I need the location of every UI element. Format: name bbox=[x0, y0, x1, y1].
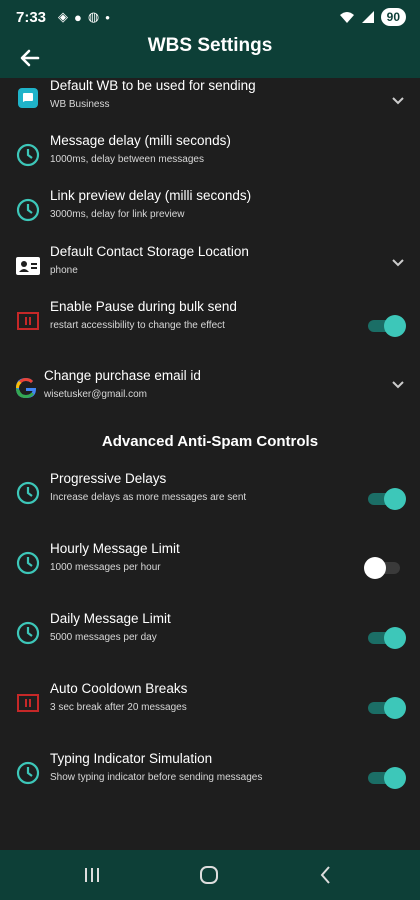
hourly-limit-toggle[interactable] bbox=[364, 557, 402, 579]
home-icon[interactable] bbox=[197, 864, 221, 886]
setting-subtitle: 5000 messages per day bbox=[50, 632, 157, 643]
pause-icon bbox=[17, 312, 39, 330]
settings-list: Default WB to be used for sending WB Bus… bbox=[0, 70, 420, 850]
recent-apps-icon[interactable] bbox=[80, 864, 104, 886]
clock-icon bbox=[16, 761, 40, 785]
status-bar: 7:33 ◈ ● ◍ • 90 bbox=[0, 0, 420, 34]
setting-subtitle: WB Business bbox=[50, 99, 110, 110]
setting-subtitle: 3 sec break after 20 messages bbox=[50, 702, 187, 713]
diamond-icon: ◈ bbox=[58, 9, 68, 24]
chat-icon: ● bbox=[74, 9, 82, 25]
progressive-delays-toggle[interactable] bbox=[366, 488, 406, 510]
clock-icon bbox=[16, 143, 40, 167]
chevron-down-icon bbox=[392, 259, 404, 267]
setting-link-preview-delay[interactable]: Link preview delay (milli seconds) 3000m… bbox=[0, 188, 420, 228]
setting-enable-pause: Enable Pause during bulk send restart ac… bbox=[0, 299, 420, 345]
back-nav-icon[interactable] bbox=[314, 864, 338, 886]
daily-limit-toggle[interactable] bbox=[366, 627, 406, 649]
setting-cooldown-breaks[interactable]: Auto Cooldown Breaks 3 sec break after 2… bbox=[0, 681, 420, 727]
section-header-anti-spam: Advanced Anti-Spam Controls bbox=[101, 433, 319, 450]
clock-icon bbox=[16, 198, 40, 222]
pause-icon bbox=[17, 694, 39, 712]
signal-icon bbox=[361, 11, 374, 23]
setting-subtitle: restart accessibility to change the effe… bbox=[50, 320, 225, 331]
setting-subtitle: phone bbox=[50, 265, 78, 276]
toggle-knob bbox=[384, 488, 406, 510]
whatsapp-icon: ◍ bbox=[87, 9, 100, 24]
setting-title: Link preview delay (milli seconds) bbox=[50, 188, 252, 203]
setting-subtitle: 1000 messages per hour bbox=[50, 562, 161, 573]
setting-daily-limit[interactable]: Daily Message Limit 5000 messages per da… bbox=[0, 611, 420, 657]
setting-subtitle: Increase delays as more messages are sen… bbox=[50, 492, 247, 503]
chevron-down-icon bbox=[392, 381, 404, 389]
chevron-down-icon bbox=[392, 97, 404, 105]
setting-typing-indicator: Typing Indicator Simulation Show typing … bbox=[0, 751, 420, 797]
clock-icon bbox=[16, 551, 40, 575]
setting-default-wb[interactable]: Default WB to be used for sending WB Bus… bbox=[0, 78, 420, 118]
setting-title: Default Contact Storage Location bbox=[50, 244, 249, 259]
setting-hourly-limit[interactable]: Hourly Message Limit 1000 messages per h… bbox=[0, 541, 420, 587]
setting-subtitle: Show typing indicator before sending mes… bbox=[50, 772, 263, 783]
battery-level: 90 bbox=[380, 8, 406, 26]
toggle-knob bbox=[384, 315, 406, 337]
contact-card-icon bbox=[16, 257, 40, 275]
setting-purchase-email[interactable]: Change purchase email id wisetusker@gmai… bbox=[0, 368, 420, 408]
cooldown-breaks-toggle[interactable] bbox=[366, 697, 406, 719]
system-nav-bar bbox=[0, 850, 420, 900]
setting-message-delay[interactable]: Message delay (milli seconds) 1000ms, de… bbox=[0, 133, 420, 173]
setting-subtitle: 3000ms, delay for link preview bbox=[50, 209, 185, 220]
setting-title: Typing Indicator Simulation bbox=[50, 751, 213, 766]
google-icon bbox=[16, 378, 36, 398]
more-notifications-icon: • bbox=[105, 9, 110, 25]
setting-subtitle: wisetusker@gmail.com bbox=[44, 389, 147, 400]
setting-title: Message delay (milli seconds) bbox=[50, 133, 231, 148]
clock-icon bbox=[16, 481, 40, 505]
wb-business-icon bbox=[18, 88, 38, 108]
setting-title: Enable Pause during bulk send bbox=[50, 299, 237, 314]
system-icons: 90 bbox=[339, 8, 406, 26]
typing-indicator-toggle[interactable] bbox=[366, 767, 406, 789]
enable-pause-toggle[interactable] bbox=[366, 315, 406, 337]
setting-title: Change purchase email id bbox=[44, 368, 201, 383]
toggle-knob bbox=[384, 767, 406, 789]
wifi-icon bbox=[339, 12, 354, 23]
toggle-knob bbox=[384, 697, 406, 719]
setting-title: Default WB to be used for sending bbox=[50, 78, 256, 93]
clock-icon bbox=[16, 621, 40, 645]
setting-title: Progressive Delays bbox=[50, 471, 167, 486]
toggle-knob bbox=[384, 627, 406, 649]
setting-progressive-delays: Progressive Delays Increase delays as mo… bbox=[0, 471, 420, 517]
setting-title: Daily Message Limit bbox=[50, 611, 171, 626]
setting-title: Hourly Message Limit bbox=[50, 541, 180, 556]
setting-contact-storage[interactable]: Default Contact Storage Location phone bbox=[0, 244, 420, 284]
notification-icons: ◈ ● ◍ • bbox=[58, 9, 110, 25]
setting-title: Auto Cooldown Breaks bbox=[50, 681, 188, 696]
toggle-knob bbox=[364, 557, 386, 579]
setting-subtitle: 1000ms, delay between messages bbox=[50, 154, 204, 165]
status-time: 7:33 bbox=[16, 9, 47, 26]
